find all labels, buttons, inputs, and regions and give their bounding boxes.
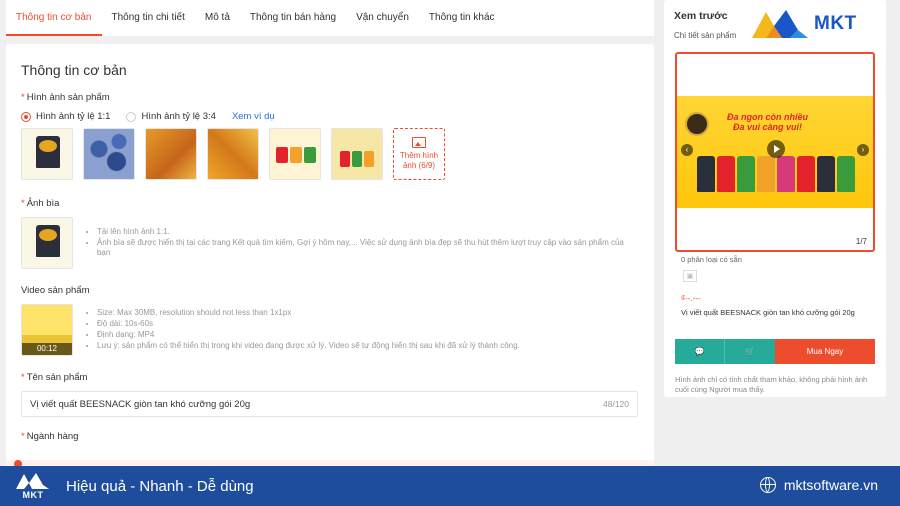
buy-now-button[interactable]: Mua Ngay <box>775 339 875 364</box>
product-image-thumb[interactable] <box>21 128 73 180</box>
footer-logo-icon <box>16 473 49 489</box>
video-duration: 00:12 <box>22 343 72 355</box>
cover-image-thumb[interactable] <box>21 217 73 269</box>
chevron-left-icon[interactable]: ‹ <box>681 144 693 156</box>
image-counter: 1/7 <box>855 237 867 246</box>
product-image-list: Thêm hình ảnh (6/9) <box>21 128 639 180</box>
tab-description[interactable]: Mô tả <box>195 0 240 36</box>
radio-checked-icon <box>21 111 31 122</box>
image-add-icon <box>412 137 426 148</box>
globe-icon <box>759 477 776 493</box>
cart-icon: 🛒 <box>745 347 755 356</box>
cover-image-row: Tải lên hình ảnh 1:1. Ảnh bìa sẽ được hi… <box>21 217 639 269</box>
tab-detail-info[interactable]: Thông tin chi tiết <box>102 0 195 36</box>
tab-sales-info[interactable]: Thông tin bán hàng <box>240 0 346 36</box>
cover-image-hints: Tải lên hình ảnh 1:1. Ảnh bìa sẽ được hi… <box>87 227 639 259</box>
preview-image-frame: Đa ngon còn nhiều Đa vui càng vui! ‹ › 1… <box>675 52 875 252</box>
add-to-cart-button[interactable]: 🛒 <box>725 339 775 364</box>
cover-image-label: * Ảnh bìa <box>21 198 60 209</box>
footer-website[interactable]: mktsoftware.vn <box>759 477 878 493</box>
mkt-logo-text: MKT <box>814 13 857 34</box>
add-image-button[interactable]: Thêm hình ảnh (6/9) <box>393 128 445 180</box>
product-image-thumb[interactable] <box>331 128 383 180</box>
category-label: * Ngành hàng <box>21 431 79 442</box>
video-hints: Size: Max 30MB, resolution should not le… <box>87 308 520 351</box>
image-ratio-selector: Hình ảnh tỷ lệ 1:1 Hình ảnh tỷ lệ 3:4 Xe… <box>21 111 639 122</box>
product-image-thumb[interactable] <box>145 128 197 180</box>
view-example-link[interactable]: Xem ví dụ <box>232 111 275 122</box>
ratio-3-4-option[interactable]: Hình ảnh tỷ lệ 3:4 <box>126 111 216 122</box>
product-video-thumb[interactable]: 00:12 <box>21 304 73 356</box>
ratio-1-1-option[interactable]: Hình ảnh tỷ lệ 1:1 <box>21 111 110 122</box>
radio-empty-icon <box>126 111 137 122</box>
tab-bar: Thông tin cơ bản Thông tin chi tiết Mô t… <box>6 0 654 36</box>
product-video-label: Video sản phẩm <box>21 285 90 296</box>
product-image-thumb[interactable] <box>269 128 321 180</box>
preview-banner-image: Đa ngon còn nhiều Đa vui càng vui! ‹ › <box>677 96 873 208</box>
product-images-label: * Hình ảnh sản phẩm <box>21 92 110 103</box>
chevron-right-icon[interactable]: › <box>857 144 869 156</box>
product-name-label: * Tên sản phẩm <box>21 372 88 383</box>
preview-note: Hình ảnh chỉ có tính chất tham khảo, khô… <box>675 375 868 394</box>
product-video-row: 00:12 Size: Max 30MB, resolution should … <box>21 304 639 356</box>
preview-info: 0 phân loại có sẵn ▣ ₫--.--- Vị viết quấ… <box>675 255 875 317</box>
product-name-input[interactable]: Vị viết quất BEESNACK giòn tan khó cưỡng… <box>21 391 638 417</box>
preview-panel: Xem trước Chi tiết sản phẩm Đa ngon còn … <box>664 0 886 397</box>
preview-price: ₫--.--- <box>681 294 701 303</box>
footer-slogan: Hiệu quả - Nhanh - Dễ dùng <box>66 477 254 495</box>
chat-button[interactable]: 💬 <box>675 339 725 364</box>
tab-basic-info[interactable]: Thông tin cơ bản <box>6 0 102 36</box>
beesnack-logo <box>685 112 709 136</box>
basic-info-card: Thông tin cơ bản * Hình ảnh sản phẩm Hình… <box>6 44 654 474</box>
product-image-thumb[interactable] <box>207 128 259 180</box>
char-counter: 48/120 <box>603 399 629 409</box>
footer-brand-bar: MKT Hiệu quả - Nhanh - Dễ dùng mktsoftwa… <box>0 466 900 506</box>
tab-shipping[interactable]: Vận chuyển <box>346 0 419 36</box>
preview-product-name: Vị viết quất BEESNACK giòn tan khó cưỡng… <box>681 308 855 317</box>
product-image-thumb[interactable] <box>83 128 135 180</box>
tab-other-info[interactable]: Thông tin khác <box>419 0 505 36</box>
mkt-logo-icon <box>752 10 808 38</box>
mkt-logo: MKT <box>752 4 857 44</box>
preview-actions: 💬 🛒 Mua Ngay <box>675 339 875 364</box>
card-title: Thông tin cơ bản <box>21 62 127 78</box>
footer-logo: MKT <box>16 472 50 500</box>
play-icon[interactable] <box>767 140 785 158</box>
variant-count: 0 phân loại có sẵn <box>681 255 742 264</box>
variant-image-icon: ▣ <box>683 270 697 282</box>
chat-icon: 💬 <box>694 347 705 356</box>
